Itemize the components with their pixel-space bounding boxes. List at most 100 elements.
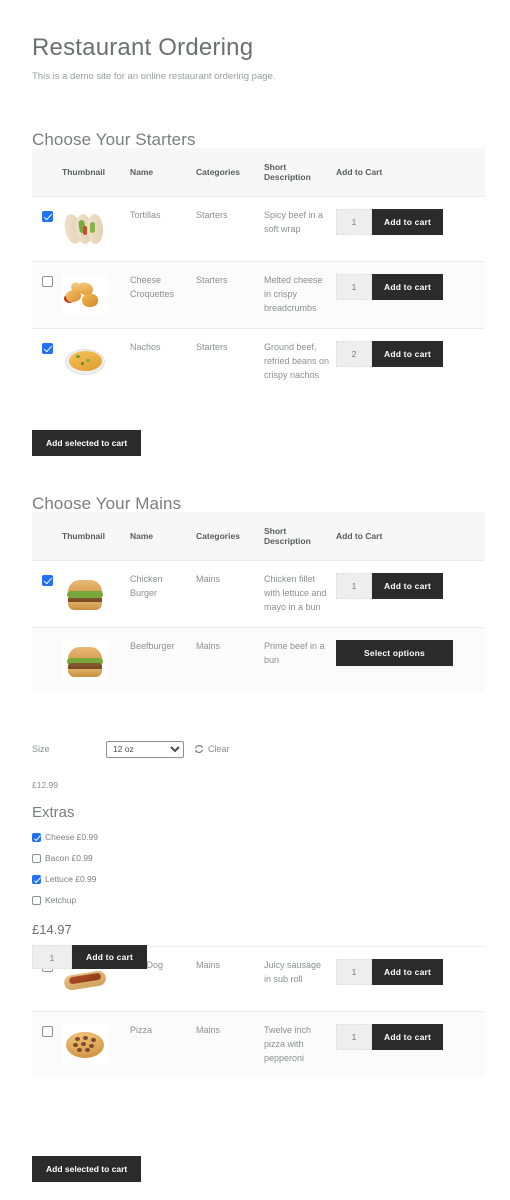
row-name-cell: Chicken Burger <box>130 561 196 628</box>
row-select-cell <box>32 561 62 628</box>
variation-quantity-input[interactable]: 1 <box>32 945 72 969</box>
cheese-croquettes-thumbnail <box>62 274 108 314</box>
row-thumbnail-cell <box>62 262 130 329</box>
column-header-thumbnail: Thumbnail <box>62 512 130 561</box>
add-to-cart-button[interactable]: Add to cart <box>372 1024 443 1050</box>
row-category-cell: Mains <box>196 561 264 628</box>
extra-checkbox[interactable] <box>32 875 41 884</box>
reset-icon <box>194 744 204 754</box>
quantity-input[interactable]: 1 <box>336 1024 372 1050</box>
extra-option-cheese[interactable]: Cheese £0.99 <box>32 832 485 842</box>
add-selected-to-cart-button-starters[interactable]: Add selected to cart <box>32 430 141 456</box>
row-description-cell: Chicken fillet with lettuce and mayo in … <box>264 561 336 628</box>
row-description-cell: Melted cheese in crispy breadcrumbs <box>264 262 336 329</box>
add-to-cart-button[interactable]: Add to cart <box>372 209 443 235</box>
size-attribute-row: Size 12 oz Clear <box>32 738 485 760</box>
quantity-input[interactable]: 2 <box>336 341 372 367</box>
row-cart-cell: 1 Add to cart <box>336 197 485 262</box>
row-category-cell: Mains <box>196 627 264 692</box>
add-to-cart-button[interactable]: Add to cart <box>372 274 443 300</box>
page-tagline: This is a demo site for an online restau… <box>32 71 275 82</box>
column-header-name: Name <box>130 148 196 197</box>
quantity-input[interactable]: 1 <box>336 274 372 300</box>
starters-table-head: Thumbnail Name Categories Short Descript… <box>32 148 485 197</box>
row-cart-cell: 1 Add to cart <box>336 1012 485 1078</box>
size-select[interactable]: 12 oz <box>106 741 184 758</box>
variation-add-to-cart-button[interactable]: Add to cart <box>72 945 147 969</box>
starters-product-table: Thumbnail Name Categories Short Descript… <box>32 148 485 395</box>
column-header-categories: Categories <box>196 148 264 197</box>
restaurant-ordering-page: Restaurant Ordering This is a demo site … <box>0 0 510 1200</box>
extra-checkbox[interactable] <box>32 854 41 863</box>
select-options-button[interactable]: Select options <box>336 640 453 666</box>
extra-checkbox[interactable] <box>32 896 41 905</box>
row-select-cell <box>32 627 62 692</box>
row-thumbnail-cell <box>62 1012 130 1078</box>
table-row: Nachos Starters Ground beef, refried bea… <box>32 328 485 394</box>
column-header-thumbnail: Thumbnail <box>62 148 130 197</box>
table-row: Tortillas Starters Spicy beef in a soft … <box>32 197 485 262</box>
page-title: Restaurant Ordering <box>32 34 253 62</box>
row-category-cell: Starters <box>196 262 264 329</box>
extra-checkbox[interactable] <box>32 833 41 842</box>
row-select-checkbox[interactable] <box>42 343 53 354</box>
row-thumbnail-cell <box>62 561 130 628</box>
row-cart-cell: 1 Add to cart <box>336 561 485 628</box>
column-header-select <box>32 512 62 561</box>
column-header-select <box>32 148 62 197</box>
column-header-short-description: Short Description <box>264 148 336 197</box>
variation-base-price: £12.99 <box>32 780 485 790</box>
row-description-cell: Prime beef in a bun <box>264 627 336 692</box>
row-select-cell <box>32 1012 62 1078</box>
quantity-input[interactable]: 1 <box>336 573 372 599</box>
beefburger-thumbnail <box>62 640 108 680</box>
extra-option-lettuce[interactable]: Lettuce £0.99 <box>32 874 485 884</box>
row-name-cell: Beefburger <box>130 627 196 692</box>
add-to-cart-button[interactable]: Add to cart <box>372 573 443 599</box>
row-thumbnail-cell <box>62 197 130 262</box>
add-selected-to-cart-button-mains[interactable]: Add selected to cart <box>32 1156 141 1182</box>
extra-label: Ketchup <box>45 895 76 905</box>
starters-table-body: Tortillas Starters Spicy beef in a soft … <box>32 197 485 395</box>
row-select-checkbox[interactable] <box>42 211 53 222</box>
column-header-add-to-cart: Add to Cart <box>336 512 485 561</box>
row-cart-cell: Select options <box>336 627 485 692</box>
size-label: Size <box>32 744 106 754</box>
table-row: Cheese Croquettes Starters Melted cheese… <box>32 262 485 329</box>
clear-variation-link[interactable]: Clear <box>194 744 230 754</box>
row-select-checkbox[interactable] <box>42 276 53 287</box>
variation-total-price: £14.97 <box>32 922 485 937</box>
table-header-row: Thumbnail Name Categories Short Descript… <box>32 148 485 197</box>
table-row: Beefburger Mains Prime beef in a bun Sel… <box>32 627 485 692</box>
chicken-burger-thumbnail <box>62 573 108 613</box>
extra-option-ketchup[interactable]: Ketchup <box>32 895 485 905</box>
extra-label: Lettuce £0.99 <box>45 874 97 884</box>
table-row: Pizza Mains Twelve inch pizza with peppe… <box>32 1012 485 1078</box>
table-row: Chicken Burger Mains Chicken fillet with… <box>32 561 485 628</box>
clear-label: Clear <box>208 744 230 754</box>
add-to-cart-button[interactable]: Add to cart <box>372 341 443 367</box>
table-header-row: Thumbnail Name Categories Short Descript… <box>32 512 485 561</box>
row-category-cell: Mains <box>196 1012 264 1078</box>
extra-label: Cheese £0.99 <box>45 832 98 842</box>
row-select-cell <box>32 262 62 329</box>
row-name-cell: Cheese Croquettes <box>130 262 196 329</box>
row-category-cell: Starters <box>196 197 264 262</box>
column-header-add-to-cart: Add to Cart <box>336 148 485 197</box>
row-description-cell: Spicy beef in a soft wrap <box>264 197 336 262</box>
pizza-thumbnail <box>62 1024 108 1064</box>
row-category-cell: Starters <box>196 328 264 394</box>
row-description-cell: Twelve inch pizza with pepperoni <box>264 1012 336 1078</box>
beefburger-variation-panel: Size 12 oz Clear £12.99 Extras Cheese £0… <box>32 738 485 969</box>
row-thumbnail-cell <box>62 627 130 692</box>
row-cart-cell: 1 Add to cart <box>336 262 485 329</box>
extra-option-bacon[interactable]: Bacon £0.99 <box>32 853 485 863</box>
row-select-cell <box>32 328 62 394</box>
row-select-checkbox[interactable] <box>42 575 53 586</box>
variation-cart-group: 1 Add to cart <box>32 945 485 969</box>
row-cart-cell: 2 Add to cart <box>336 328 485 394</box>
quantity-input[interactable]: 1 <box>336 209 372 235</box>
row-select-checkbox[interactable] <box>42 1026 53 1037</box>
row-name-cell: Nachos <box>130 328 196 394</box>
row-thumbnail-cell <box>62 328 130 394</box>
